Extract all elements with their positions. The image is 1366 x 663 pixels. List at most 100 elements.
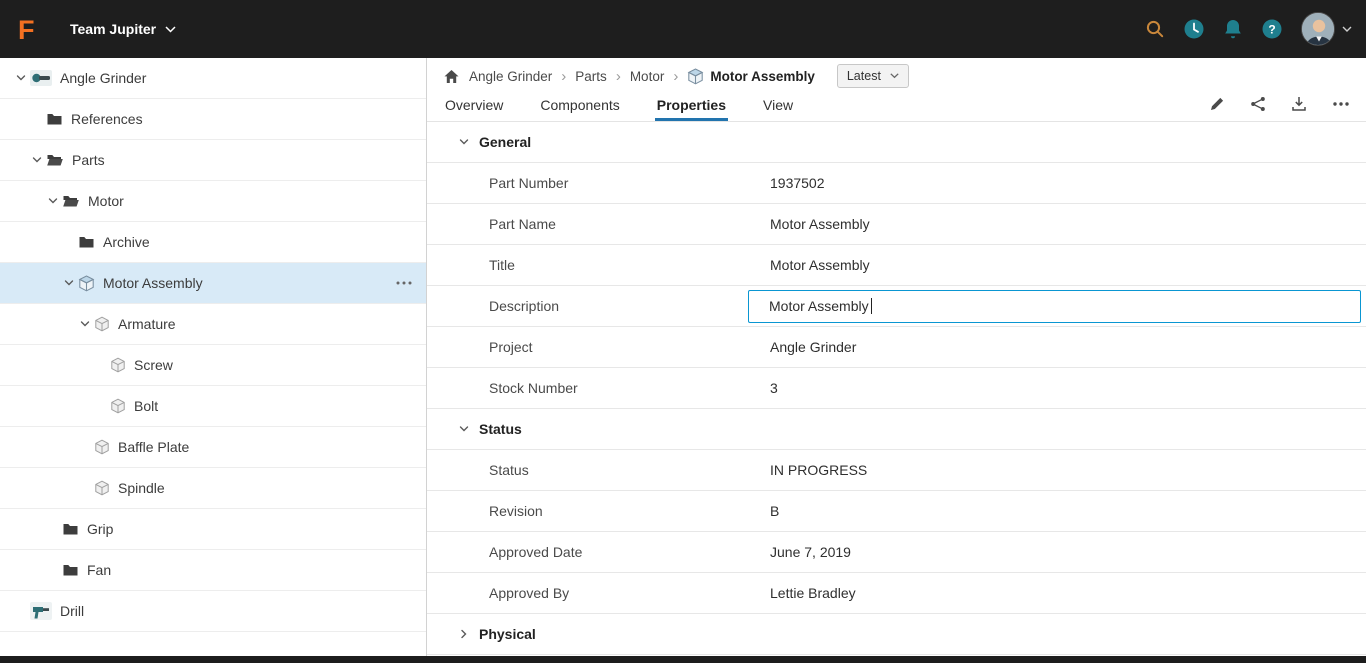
bottom-strip — [0, 656, 1366, 663]
search-icon[interactable] — [1145, 19, 1165, 39]
tree-item-label: Fan — [87, 562, 112, 578]
tree-item-label: Bolt — [134, 398, 159, 414]
property-value: Motor Assembly — [770, 216, 870, 232]
tab-components[interactable]: Components — [538, 91, 621, 121]
property-label: Approved Date — [489, 544, 583, 560]
property-value-cell: Motor Assembly — [770, 245, 1366, 285]
property-value-cell: Motor Assembly — [748, 286, 1366, 326]
tree-item-motor-assembly[interactable]: Motor Assembly — [0, 263, 426, 304]
tab-view[interactable]: View — [761, 91, 795, 121]
property-row-part-name: Part Name Motor Assembly — [427, 204, 1366, 245]
tree-item-spindle[interactable]: Spindle — [0, 468, 426, 509]
team-switcher[interactable]: Team Jupiter — [70, 21, 176, 37]
svg-text:F: F — [18, 15, 35, 44]
section-title: Status — [479, 421, 522, 437]
tree-item-label: Archive — [103, 234, 150, 250]
tree-item-screw[interactable]: Screw — [0, 345, 426, 386]
chevron-right-icon[interactable] — [455, 629, 473, 639]
properties-table: General Part Number 1937502 Part Name Motor … — [427, 122, 1366, 663]
property-label: Status — [489, 462, 529, 478]
folder-icon — [46, 112, 63, 127]
description-input[interactable]: Motor Assembly — [748, 289, 1361, 323]
item-more-menu-icon[interactable] — [396, 281, 412, 285]
chevron-down-icon[interactable] — [60, 278, 78, 288]
input-value: Motor Assembly — [769, 298, 869, 314]
tree-item-angle-grinder[interactable]: Angle Grinder — [0, 58, 426, 99]
tree-item-fan[interactable]: Fan — [0, 550, 426, 591]
tree-item-grip[interactable]: Grip — [0, 509, 426, 550]
tree-item-label: References — [71, 111, 143, 127]
breadcrumb-item-parts[interactable]: Parts — [575, 69, 607, 84]
tree-item-label: Motor — [88, 193, 124, 209]
property-label: Part Name — [489, 216, 556, 232]
property-value-cell: Motor Assembly — [770, 204, 1366, 244]
grinder-thumb-icon — [30, 70, 52, 86]
property-row-project: Project Angle Grinder — [427, 327, 1366, 368]
tree-item-label: Parts — [72, 152, 105, 168]
tree-item-references[interactable]: References — [0, 99, 426, 140]
avatar[interactable] — [1301, 12, 1335, 46]
help-icon[interactable]: ? — [1261, 18, 1283, 40]
tree-item-motor[interactable]: Motor — [0, 181, 426, 222]
tab-overview[interactable]: Overview — [443, 91, 505, 121]
breadcrumb-item-motor[interactable]: Motor — [630, 69, 665, 84]
tab-bar: Overview Components Properties View — [427, 90, 1366, 122]
property-row-stock-number: Stock Number 3 — [427, 368, 1366, 409]
fusion-logo[interactable]: F — [0, 0, 58, 58]
folder-icon — [62, 563, 79, 578]
folder-icon — [78, 235, 95, 250]
share-icon[interactable] — [1250, 96, 1266, 112]
tree-item-archive[interactable]: Archive — [0, 222, 426, 263]
top-bar: F Team Jupiter ? — [0, 0, 1366, 58]
tree-item-label: Angle Grinder — [60, 70, 147, 86]
chevron-down-icon[interactable] — [12, 73, 30, 83]
property-label: Revision — [489, 503, 543, 519]
breadcrumb-separator: › — [561, 67, 567, 85]
fusion-logo-icon: F — [18, 15, 35, 44]
breadcrumb-item-motor-assembly[interactable]: Motor Assembly — [687, 67, 815, 85]
section-header-status[interactable]: Status — [427, 409, 1366, 450]
edit-icon[interactable] — [1209, 96, 1225, 112]
tree-item-parts[interactable]: Parts — [0, 140, 426, 181]
chevron-down-icon[interactable] — [76, 319, 94, 329]
tree-item-armature[interactable]: Armature — [0, 304, 426, 345]
notifications-icon[interactable] — [1223, 18, 1243, 40]
chevron-down-icon[interactable] — [44, 196, 62, 206]
tree-item-label: Armature — [118, 316, 176, 332]
part-icon — [94, 316, 110, 332]
part-icon — [110, 398, 126, 414]
property-row-title: Title Motor Assembly — [427, 245, 1366, 286]
tree-item-drill[interactable]: Drill — [0, 591, 426, 632]
part-icon — [94, 439, 110, 455]
section-header-general[interactable]: General — [427, 122, 1366, 163]
project-tree-sidebar: Angle Grinder References Parts Motor Archive… — [0, 58, 427, 663]
breadcrumb-item-angle-grinder[interactable]: Angle Grinder — [469, 69, 552, 84]
property-label: Stock Number — [489, 380, 578, 396]
user-menu[interactable] — [1301, 12, 1352, 46]
tree-item-baffle-plate[interactable]: Baffle Plate — [0, 427, 426, 468]
home-icon[interactable] — [443, 69, 460, 84]
property-value-cell: Angle Grinder — [770, 327, 1366, 367]
chevron-down-icon — [165, 25, 176, 33]
breadcrumb: Angle Grinder › Parts › Motor › Motor Assembly… — [427, 58, 1366, 90]
tab-properties[interactable]: Properties — [654, 91, 728, 121]
folder-open-icon — [46, 153, 64, 168]
property-value-cell: IN PROGRESS — [770, 450, 1366, 490]
section-header-physical[interactable]: Physical — [427, 614, 1366, 655]
property-label: Description — [489, 298, 560, 314]
more-icon[interactable] — [1332, 101, 1350, 107]
team-name: Team Jupiter — [70, 21, 157, 37]
assembly-icon — [687, 67, 704, 85]
chevron-down-icon[interactable] — [455, 137, 473, 147]
tree-item-label: Spindle — [118, 480, 165, 496]
part-icon — [110, 357, 126, 373]
chevron-down-icon[interactable] — [455, 424, 473, 434]
clock-icon[interactable] — [1183, 18, 1205, 40]
folder-open-icon — [62, 194, 80, 209]
tree-item-bolt[interactable]: Bolt — [0, 386, 426, 427]
download-icon[interactable] — [1291, 96, 1307, 112]
property-value: IN PROGRESS — [770, 462, 868, 478]
drill-thumb-icon — [30, 602, 52, 620]
chevron-down-icon[interactable] — [28, 155, 46, 165]
version-dropdown[interactable]: Latest — [836, 64, 909, 88]
